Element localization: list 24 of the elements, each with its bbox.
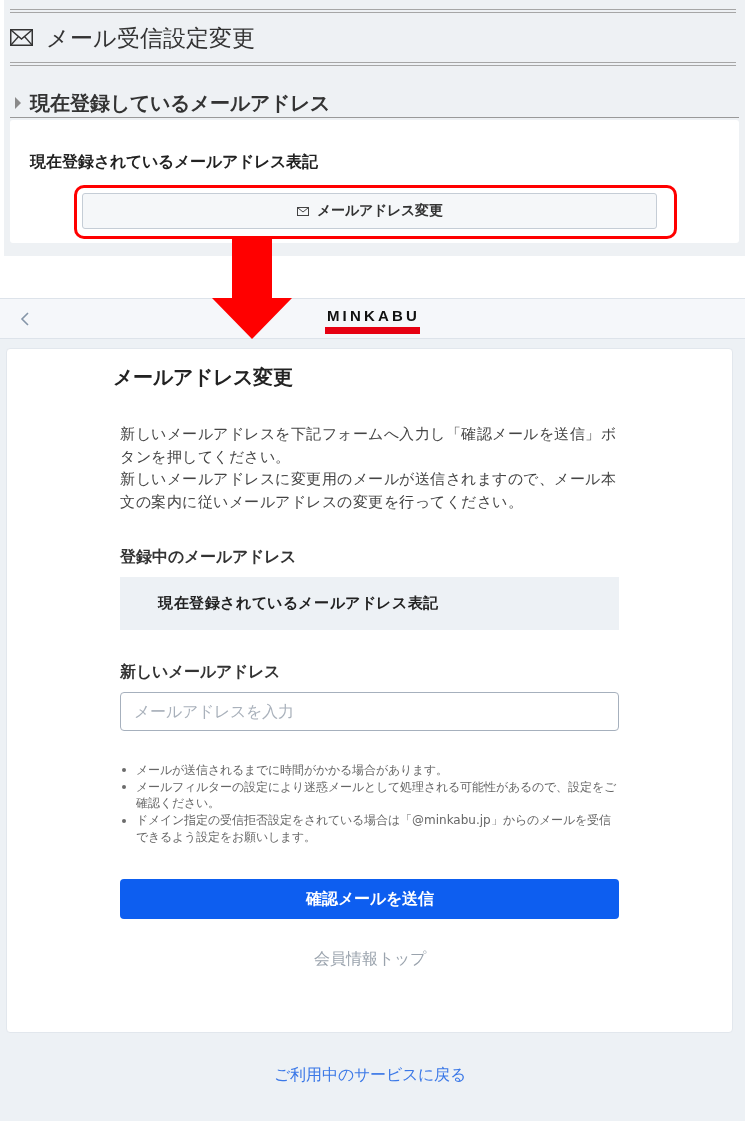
- current-address-text: 現在登録されているメールアドレス表記: [30, 152, 318, 172]
- field-label: 新しいメールアドレス: [120, 661, 281, 682]
- description-text: 新しいメールアドレスを下記フォームへ入力し「確認メールを送信」ボタンを押してください。: [120, 424, 617, 467]
- mail-icon: [296, 206, 309, 216]
- send-confirmation-button[interactable]: 確認メールを送信: [120, 878, 619, 919]
- change-email-button[interactable]: メールアドレス変更: [82, 193, 657, 229]
- field-label: 登録中のメールアドレス: [120, 547, 297, 567]
- mail-icon: [10, 29, 33, 46]
- page-title: メール受信設定変更: [46, 23, 255, 52]
- email-input[interactable]: メールアドレスを入力: [120, 692, 619, 731]
- note-text: ドメイン指定の受信拒否設定をされている場合は「@minkabu.jp」からのメールを受信できるよう設定をお願いします。: [136, 812, 612, 846]
- current-address-value: 現在登録されているメールアドレス表記: [120, 577, 619, 630]
- triangle-icon: [15, 97, 21, 109]
- section-heading: 現在登録しているメールアドレス: [30, 91, 330, 115]
- bullet-icon: [122, 768, 126, 773]
- form-title: メールアドレス変更: [113, 365, 293, 390]
- back-button[interactable]: [18, 309, 31, 328]
- return-link[interactable]: ご利用中のサービスに戻る: [273, 1066, 466, 1083]
- description-text: 新しいメールアドレスに変更用のメールが送信されますので、メール本文の案内に従いメールアドレスの変更を行ってください。: [120, 469, 617, 512]
- note-text: メールフィルターの設定により迷惑メールとして処理される可能性があるので、設定をご確認ください。: [136, 778, 617, 813]
- bullet-icon: [122, 818, 126, 823]
- bullet-icon: [122, 785, 126, 790]
- chevron-left-icon: [20, 311, 29, 326]
- note-text: メールが送信されるまでに時間がかかる場合があります。: [136, 762, 448, 779]
